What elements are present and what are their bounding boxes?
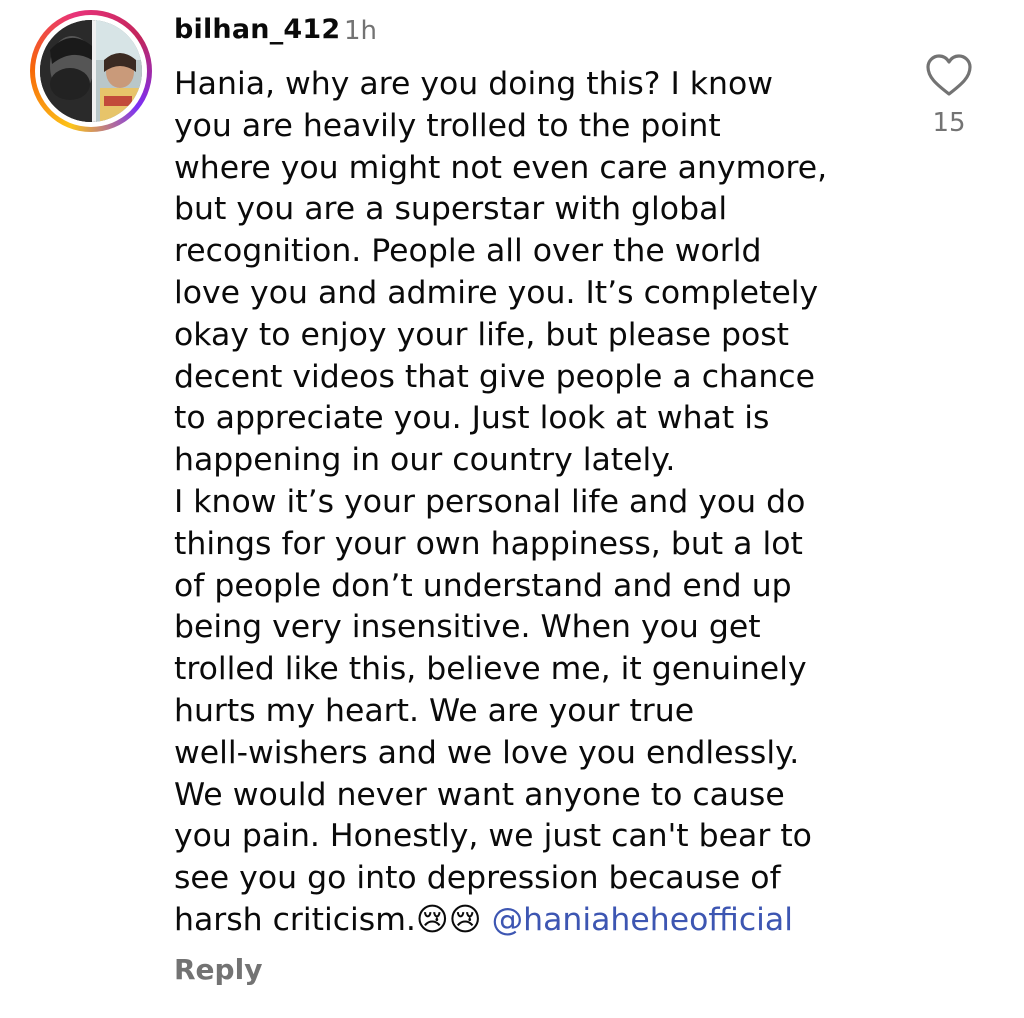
comment-line: where you might not even care anymore, (174, 149, 828, 186)
comment-line: hurts my heart. We are your true (174, 692, 695, 729)
comment-line: but you are a superstar with global (174, 191, 728, 228)
comment-line: recognition. People all over the world (174, 233, 762, 270)
comment-line: love you and admire you. It’s completely (174, 274, 819, 311)
comment-line-last: harsh criticism. (174, 901, 416, 938)
comment-line: things for your own happiness, but a lot (174, 525, 803, 562)
reply-button[interactable]: Reply (174, 953, 262, 986)
heart-outline-icon (926, 54, 972, 96)
story-ring[interactable] (30, 10, 152, 132)
comment-line: okay to enjoy your life, but please post (174, 316, 790, 353)
like-button[interactable] (924, 52, 974, 98)
comment-line: Hania, why are you doing this? I know (174, 66, 774, 102)
comment-line: trolled like this, believe me, it genuin… (174, 651, 807, 688)
comment-line: being very insensitive. When you get (174, 609, 761, 646)
comment-line: see you go into depression because of (174, 860, 781, 897)
comment-line: We would never want anyone to cause (174, 776, 785, 813)
avatar-image (40, 20, 142, 122)
comment-line: decent videos that give people a chance (174, 358, 815, 395)
comment-line: you are heavily trolled to the point (174, 107, 721, 144)
comment-line: happening in our country lately. (174, 442, 676, 479)
comment-timestamp: 1h (344, 16, 378, 46)
comment-line: of people don’t understand and end up (174, 567, 792, 604)
like-count: 15 (932, 108, 966, 138)
comment-line: you pain. Honestly, we just can't bear t… (174, 818, 812, 855)
avatar-border (35, 15, 147, 127)
comment-item: bilhan_412 1h Hania, why are you doing t… (0, 0, 1024, 1018)
avatar[interactable] (40, 20, 142, 122)
mention-link[interactable]: @haniaheheofficial (492, 902, 793, 938)
comment-line: to appreciate you. Just look at what is (174, 400, 770, 437)
crying-emoji: 😢😢 (415, 901, 482, 938)
comment-body: Hania, why are you doing this? I know yo… (174, 64, 890, 942)
comment-line: I know it’s your personal life and you d… (174, 483, 806, 520)
comment-line: well-wishers and we love you endlessly. (174, 734, 800, 771)
comment-username[interactable]: bilhan_412 (174, 14, 340, 45)
